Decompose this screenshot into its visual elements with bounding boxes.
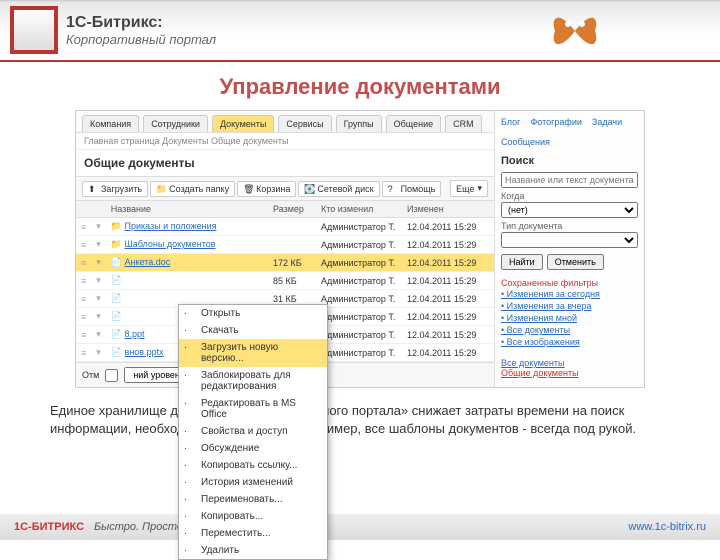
trash-icon: 🗑 bbox=[243, 184, 253, 194]
all-docs-link[interactable]: Все документы bbox=[501, 358, 638, 368]
ctx-item[interactable]: ∙Скачать bbox=[179, 322, 327, 339]
ctx-icon: ∙ bbox=[184, 370, 194, 380]
type-select[interactable] bbox=[501, 232, 638, 248]
help-button[interactable]: ?Помощь bbox=[382, 181, 442, 197]
help-icon: ? bbox=[388, 184, 398, 194]
side-link[interactable]: Блог bbox=[501, 117, 520, 127]
side-link[interactable]: Сообщения bbox=[501, 137, 550, 147]
ctx-icon: ∙ bbox=[184, 528, 194, 538]
app-screenshot: КомпанияСотрудникиДокументыСервисы Группы… bbox=[75, 110, 645, 388]
saved-filter-link[interactable]: • Изменения мной bbox=[501, 312, 638, 324]
ctx-item[interactable]: ∙Редактировать в MS Office bbox=[179, 395, 327, 423]
col-size[interactable]: Размер bbox=[268, 201, 316, 218]
tab-Документы[interactable]: Документы bbox=[212, 115, 274, 132]
ctx-item[interactable]: ∙Удалить bbox=[179, 542, 327, 559]
ctx-icon: ∙ bbox=[184, 460, 194, 470]
table-row[interactable]: ≡▾📄 Анкета.doc172 КБАдминистратор T.12.0… bbox=[76, 254, 494, 272]
ctx-item[interactable]: ∙Переместить... bbox=[179, 525, 327, 542]
ctx-icon: ∙ bbox=[184, 443, 194, 453]
top-banner: 1С-Битрикс: Корпоративный портал bbox=[0, 0, 720, 62]
ctx-icon: ∙ bbox=[184, 511, 194, 521]
when-select[interactable]: (нет) bbox=[501, 202, 638, 218]
upload-button[interactable]: ⬆Загрузить bbox=[82, 181, 148, 197]
side-quick-links: Блог Фотографии Задачи Сообщения bbox=[501, 117, 638, 147]
toolbar: ⬆Загрузить 📁Создать папку 🗑Корзина 💽Сете… bbox=[76, 176, 494, 201]
ctx-item[interactable]: ∙Копировать ссылку... bbox=[179, 457, 327, 474]
table-row[interactable]: ≡▾📁 Приказы и положенияАдминистратор T.1… bbox=[76, 218, 494, 236]
folder-plus-icon: 📁 bbox=[156, 184, 166, 194]
side-link[interactable]: Фотографии bbox=[530, 117, 581, 127]
col-when[interactable]: Изменен bbox=[402, 201, 494, 218]
cancel-button[interactable]: Отменить bbox=[547, 254, 604, 270]
when-label: Когда bbox=[501, 191, 638, 201]
tab-Компания[interactable]: Компания bbox=[82, 115, 139, 132]
ctx-item[interactable]: ∙Переименовать... bbox=[179, 491, 327, 508]
footer-url[interactable]: www.1c-bitrix.ru bbox=[628, 521, 706, 533]
netdisk-button[interactable]: 💽Сетевой диск bbox=[298, 181, 379, 197]
tab-CRM[interactable]: CRM bbox=[445, 115, 482, 132]
marked-label: Отм bbox=[82, 370, 99, 380]
ctx-item[interactable]: ∙Свойства и доступ bbox=[179, 423, 327, 440]
shared-docs-link[interactable]: Общие документы bbox=[501, 368, 638, 378]
ctx-icon: ∙ bbox=[184, 325, 194, 335]
drive-icon: 💽 bbox=[304, 184, 314, 194]
ctx-item[interactable]: ∙Открыть bbox=[179, 305, 327, 322]
saved-filter-link[interactable]: • Все документы bbox=[501, 324, 638, 336]
slide-title: Управление документами bbox=[0, 74, 720, 100]
col-who[interactable]: Кто изменил bbox=[316, 201, 402, 218]
search-input[interactable] bbox=[501, 172, 638, 188]
ctx-item[interactable]: ∙История изменений bbox=[179, 474, 327, 491]
type-label: Тип документа bbox=[501, 221, 638, 231]
context-menu: ∙Открыть∙Скачать∙Загрузить новую версию.… bbox=[178, 304, 328, 560]
find-button[interactable]: Найти bbox=[501, 254, 543, 270]
sidebar: Блог Фотографии Задачи Сообщения Поиск Когд… bbox=[494, 111, 644, 387]
footer-logo: 1С-БИТРИКС bbox=[14, 521, 84, 533]
ctx-item[interactable]: ∙Загрузить новую версию... bbox=[179, 339, 327, 367]
ctx-item[interactable]: ∙Копировать... bbox=[179, 508, 327, 525]
banner-title-2: Корпоративный портал bbox=[66, 32, 216, 47]
ctx-icon: ∙ bbox=[184, 477, 194, 487]
col-name[interactable]: Название bbox=[106, 201, 268, 218]
banner-logo bbox=[10, 6, 58, 54]
search-heading: Поиск bbox=[501, 155, 638, 167]
mark-all-checkbox[interactable] bbox=[105, 369, 118, 382]
slide-caption: Единое хранилище документов «Корпоративн… bbox=[50, 402, 670, 437]
trash-button[interactable]: 🗑Корзина bbox=[237, 181, 296, 197]
more-button[interactable]: Еще ▾ bbox=[450, 180, 488, 197]
main-tabs: КомпанияСотрудникиДокументыСервисы Группы… bbox=[76, 111, 494, 133]
tab-Общение[interactable]: Общение bbox=[386, 115, 441, 132]
saved-filter-link[interactable]: • Изменения за сегодня bbox=[501, 288, 638, 300]
breadcrumb[interactable]: Главная страница Документы Общие докумен… bbox=[76, 133, 494, 150]
side-link[interactable]: Задачи bbox=[592, 117, 622, 127]
banner-title-1: 1С-Битрикс: bbox=[66, 14, 216, 32]
saved-filters-heading: Сохраненные фильтры bbox=[501, 278, 638, 288]
ctx-icon: ∙ bbox=[184, 342, 194, 352]
new-folder-button[interactable]: 📁Создать папку bbox=[150, 181, 235, 197]
saved-filters-list: • Изменения за сегодня• Изменения за вче… bbox=[501, 288, 638, 348]
ctx-item[interactable]: ∙Обсуждение bbox=[179, 440, 327, 457]
ctx-icon: ∙ bbox=[184, 398, 194, 408]
ctx-icon: ∙ bbox=[184, 545, 194, 555]
ctx-icon: ∙ bbox=[184, 426, 194, 436]
footer-bar: 1С-БИТРИКС Быстро. Просто. Эффективно. w… bbox=[0, 514, 720, 540]
tab-Группы[interactable]: Группы bbox=[336, 115, 382, 132]
tab-Сотрудники[interactable]: Сотрудники bbox=[143, 115, 208, 132]
upload-icon: ⬆ bbox=[88, 184, 98, 194]
ctx-icon: ∙ bbox=[184, 494, 194, 504]
ctx-icon: ∙ bbox=[184, 308, 194, 318]
butterfly-image bbox=[550, 6, 600, 56]
ctx-item[interactable]: ∙Заблокировать для редактирования bbox=[179, 367, 327, 395]
saved-filter-link[interactable]: • Все изображения bbox=[501, 336, 638, 348]
tab-Сервисы[interactable]: Сервисы bbox=[278, 115, 331, 132]
saved-filter-link[interactable]: • Изменения за вчера bbox=[501, 300, 638, 312]
section-heading: Общие документы bbox=[76, 150, 494, 176]
table-row[interactable]: ≡▾📁 Шаблоны документовАдминистратор T.12… bbox=[76, 236, 494, 254]
table-row[interactable]: ≡▾📄 85 КБАдминистратор T.12.04.2011 15:2… bbox=[76, 272, 494, 290]
